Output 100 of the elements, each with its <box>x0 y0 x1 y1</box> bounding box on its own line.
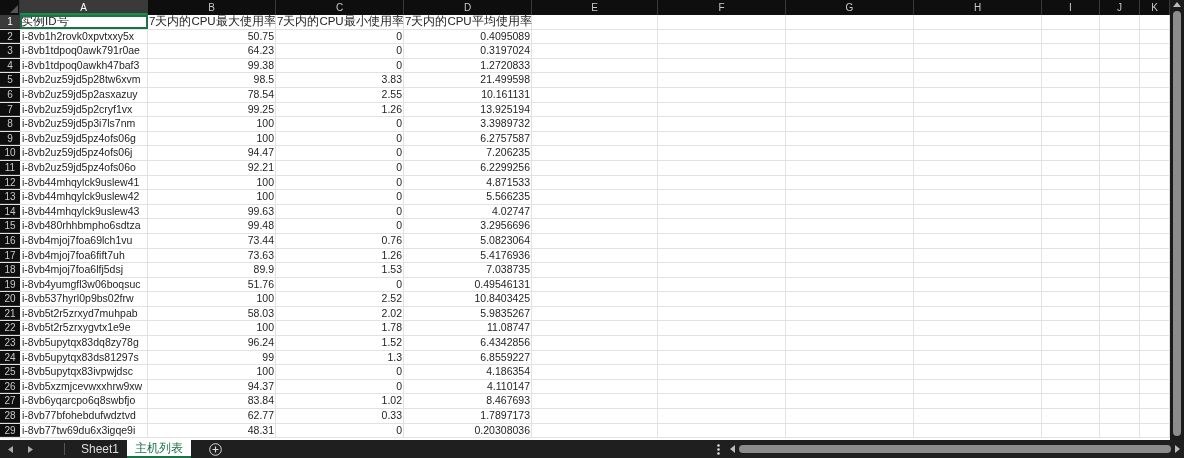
scroll-up-arrow-icon[interactable] <box>1173 2 1181 7</box>
horizontal-scrollbar[interactable] <box>730 443 1180 455</box>
table-cell-text: i-8vb44mhqylck9uslew42 <box>21 190 141 204</box>
table-cell-text: 1.2720833 <box>479 58 531 73</box>
table-cell-text: 5.4176936 <box>479 248 531 263</box>
vertical-scrollbar[interactable] <box>1170 0 1184 440</box>
table-cell-text: i-8vb5t2r5zrxygvtx1e9e <box>21 321 132 336</box>
table-cell-text: 0.33 <box>380 409 403 423</box>
table-cell-text: 1.26 <box>380 102 403 117</box>
table-cell-text: 1.26 <box>380 248 403 263</box>
table-cell-text: i-8vb77bfohebdufwdztvd <box>21 409 137 423</box>
row-header[interactable]: 28 <box>0 409 20 423</box>
table-cell-text: i-8vb4mjoj7foa6lfj5dsj <box>21 263 124 277</box>
table-cell-text: 0 <box>395 44 403 58</box>
row-header[interactable]: 25 <box>0 365 20 379</box>
table-cell-text: 10.161131 <box>480 87 531 102</box>
table-cell-text: 62.77 <box>246 409 275 423</box>
table-cell-text: 4.186354 <box>485 365 531 379</box>
row-header[interactable]: 1 <box>0 15 20 29</box>
table-cell-text: 0.49546131 <box>473 277 531 292</box>
table-cell-text: 8.467693 <box>485 394 531 409</box>
table-cell-text: 0 <box>395 423 403 438</box>
sheet-tab[interactable]: 主机列表 <box>127 440 192 458</box>
table-cell-text: 2.02 <box>380 306 403 321</box>
row-header[interactable]: 5 <box>0 73 20 87</box>
row-header[interactable]: 10 <box>0 146 20 160</box>
table-cell-text: 89.9 <box>252 263 275 277</box>
table-cell-text: 3.3989732 <box>479 117 531 131</box>
table-cell-text: 4.02747 <box>491 204 531 219</box>
table-cell-text: 94.47 <box>246 146 275 160</box>
table-cell-text: i-8vb4mjoj7foa6fift7uh <box>21 248 126 263</box>
table-cell-text: 0 <box>395 175 403 190</box>
table-cell-text: 0.76 <box>380 233 403 248</box>
table-cell-text: 0 <box>395 365 403 379</box>
column-title-cell: 7天内的CPU最大使用率 <box>148 15 276 29</box>
table-cell-text: 6.8559227 <box>479 350 531 365</box>
row-header[interactable]: 3 <box>0 44 20 58</box>
scroll-right-arrow-icon[interactable] <box>1175 445 1180 453</box>
table-cell-text: 1.52 <box>380 336 403 350</box>
table-cell-text: 1.78 <box>380 321 403 336</box>
table-cell-text: i-8vb4yumgfl3w06boqsuc <box>21 277 142 292</box>
table-cell-text: 0 <box>395 190 403 204</box>
more-options-icon[interactable] <box>717 443 720 455</box>
table-cell-text: 73.44 <box>246 233 275 248</box>
table-cell-text: i-8vb480rhhbmpho6sdtza <box>21 219 142 233</box>
table-cell-text: 1.02 <box>380 394 403 409</box>
table-cell-text: 1.3 <box>386 350 403 365</box>
next-sheet-icon[interactable] <box>27 445 33 453</box>
previous-sheet-icon[interactable] <box>7 445 13 453</box>
table-cell-text: 1.7897173 <box>479 409 531 423</box>
table-cell-text: 0 <box>395 379 403 394</box>
table-cell-text: i-8vb2uz59jd5p2cryf1vx <box>21 102 134 117</box>
row-header[interactable]: 23 <box>0 336 20 350</box>
table-cell-text: 6.2299256 <box>479 160 531 175</box>
table-cell-text: 100 <box>255 365 275 379</box>
table-cell-text: 48.31 <box>246 423 275 438</box>
table-cell-text: 2.55 <box>380 87 403 102</box>
table-cell-text: 99 <box>261 350 275 365</box>
table-cell-text: 0 <box>395 29 403 44</box>
table-cell-text: i-8vb5upytqx83ivpwjdsc <box>21 365 134 379</box>
row-header[interactable]: 15 <box>0 219 20 233</box>
table-cell-text: 98.5 <box>252 73 275 87</box>
table-cell-text: 99.25 <box>246 102 275 117</box>
row-header[interactable]: 22 <box>0 321 20 336</box>
row-header[interactable]: 13 <box>0 190 20 204</box>
table-cell-text: i-8vb5upytqx83ds81297s <box>21 350 140 365</box>
select-all-triangle-icon[interactable] <box>10 5 18 13</box>
table-cell-text: 100 <box>255 292 275 306</box>
add-sheet-icon[interactable] <box>209 442 223 456</box>
table-cell-text: 99.63 <box>246 204 275 219</box>
table-cell-text: 0.20308036 <box>473 423 531 438</box>
table-cell-text: 99.38 <box>246 58 275 73</box>
table-cell-text: 0 <box>395 277 403 292</box>
table-cell-text: 100 <box>255 175 275 190</box>
table-cell-text: i-8vb537hyrl0p9bs02frw <box>21 292 135 306</box>
table-cell-text: i-8vb5t2r5zrxyd7muhpab <box>21 306 139 321</box>
table-cell-text: 100 <box>255 117 275 131</box>
table-cell-text: 4.110147 <box>486 379 531 394</box>
table-cell-text: 1.53 <box>380 263 403 277</box>
sheet-tab[interactable]: Sheet1 <box>73 440 128 458</box>
table-cell-text: 5.9835267 <box>479 306 531 321</box>
row-header[interactable]: 8 <box>0 117 20 131</box>
table-cell-text: i-8vb44mhqylck9uslew41 <box>21 175 141 190</box>
table-cell-text: 13.925194 <box>479 102 531 117</box>
row-header[interactable]: 18 <box>0 263 20 277</box>
table-cell-text: i-8vb6yqarcpo6q8swbfjo <box>21 394 137 409</box>
table-cell-text: 0 <box>395 219 403 233</box>
table-cell-text: i-8vb2uz59jd5p2asxazuy <box>21 87 139 102</box>
row-header[interactable]: 27 <box>0 394 20 409</box>
row-header[interactable]: 20 <box>0 292 20 306</box>
column-header[interactable]: A <box>20 0 148 15</box>
table-cell-text: i-8vb1tdpoq0awk791r0ae <box>21 44 141 58</box>
table-cell-text: 2.52 <box>380 292 403 306</box>
table-cell-text: i-8vb5xzmjcevwxxhrw9xw <box>21 379 144 394</box>
table-cell-text: 7.038735 <box>485 263 531 277</box>
table-cell-text: 5.0823064 <box>479 233 531 248</box>
table-cell-text: 50.75 <box>246 29 275 44</box>
table-cell-text: 11.08747 <box>486 321 531 336</box>
table-cell-text: 100 <box>255 321 275 336</box>
scroll-left-arrow-icon[interactable] <box>730 445 735 453</box>
